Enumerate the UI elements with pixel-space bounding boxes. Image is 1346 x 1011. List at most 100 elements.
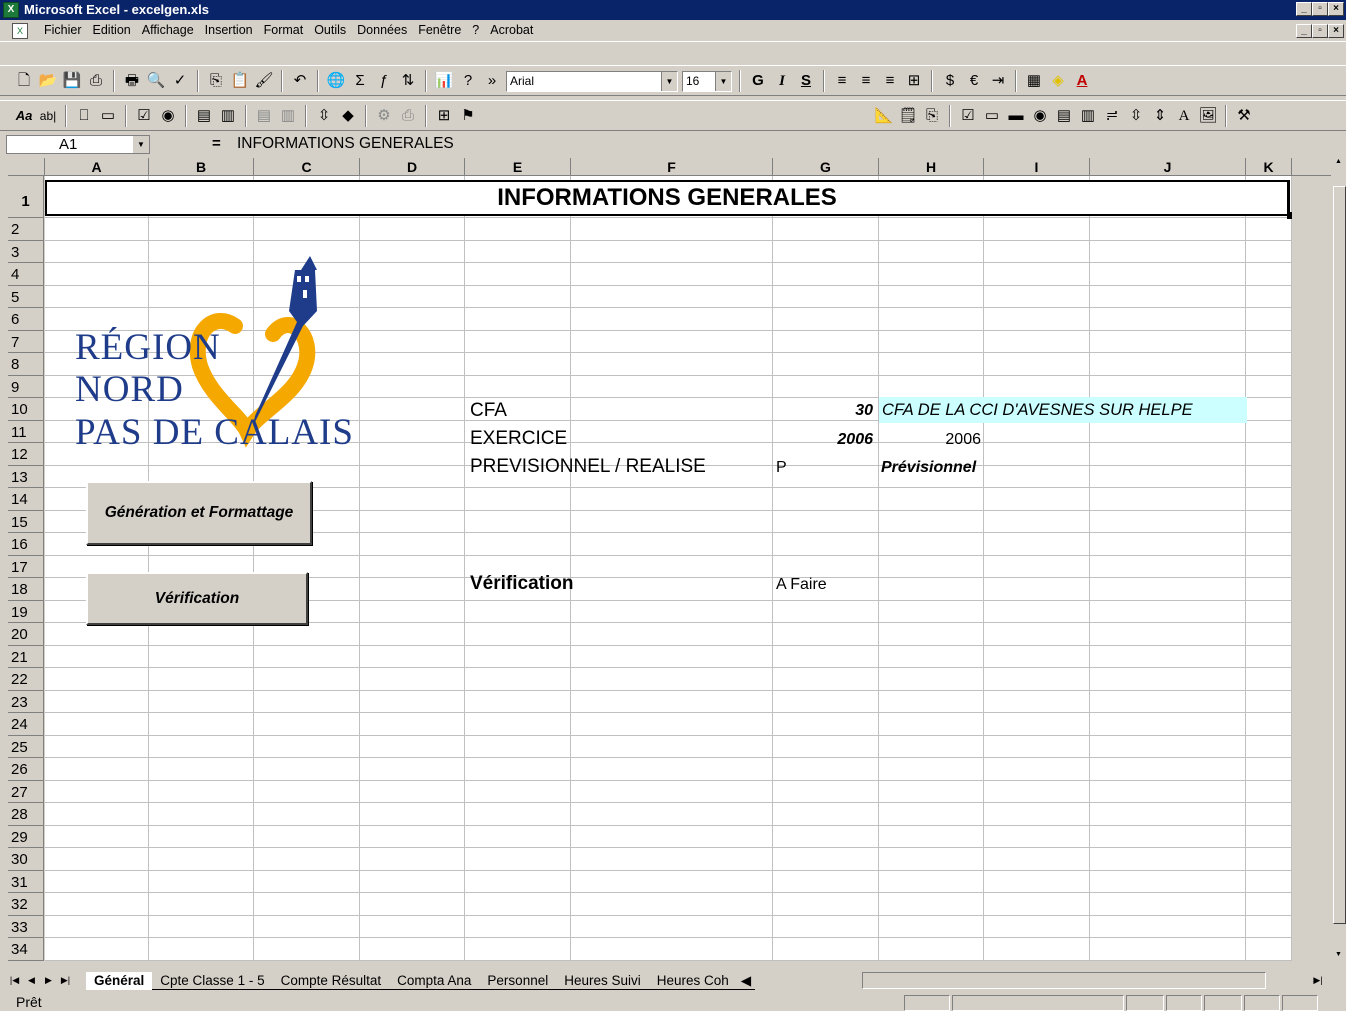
- horizontal-scrollbar[interactable]: [862, 972, 1266, 989]
- row-header[interactable]: 5: [8, 285, 44, 308]
- scrollbar-control-icon[interactable]: ⇕: [1150, 106, 1170, 126]
- row-header[interactable]: 17: [8, 555, 44, 578]
- open-folder-icon[interactable]: 📂: [38, 71, 58, 91]
- align-right-icon[interactable]: ≡: [880, 71, 900, 91]
- function-icon[interactable]: ƒ: [374, 71, 394, 91]
- menu-acrobat[interactable]: Acrobat: [490, 23, 533, 37]
- column-header[interactable]: I: [984, 158, 1090, 176]
- image-control-icon[interactable]: 🖼: [1198, 106, 1218, 126]
- option-button-icon[interactable]: ◉: [158, 106, 178, 126]
- last-sheet-icon[interactable]: ▶|: [59, 972, 72, 988]
- textbox-control-icon[interactable]: ▭: [982, 106, 1002, 126]
- undo-icon[interactable]: ↶: [290, 71, 310, 91]
- row-header[interactable]: 24: [8, 713, 44, 736]
- row-header[interactable]: 11: [8, 420, 44, 443]
- menu-outils[interactable]: Outils: [314, 23, 346, 37]
- row-header[interactable]: 30: [8, 848, 44, 871]
- label-exercice[interactable]: EXERCICE: [470, 428, 567, 450]
- column-header[interactable]: F: [571, 158, 773, 176]
- row-header[interactable]: 6: [8, 308, 44, 331]
- bold-icon[interactable]: G: [748, 71, 768, 91]
- align-left-icon[interactable]: ≡: [832, 71, 852, 91]
- row-header[interactable]: 8: [8, 353, 44, 376]
- label-verification[interactable]: Vérification: [470, 573, 573, 595]
- button-icon[interactable]: ▭: [98, 106, 118, 126]
- column-header[interactable]: B: [149, 158, 254, 176]
- chart-wizard-icon[interactable]: 📊: [434, 71, 454, 91]
- row-header[interactable]: 18: [8, 578, 44, 601]
- control-properties-icon[interactable]: ⚙: [374, 106, 394, 126]
- network-icon[interactable]: ⎙: [86, 71, 106, 91]
- autosum-icon[interactable]: Σ: [350, 71, 370, 91]
- align-center-icon[interactable]: ≡: [856, 71, 876, 91]
- column-header[interactable]: J: [1090, 158, 1246, 176]
- paste-icon[interactable]: 📋: [230, 71, 250, 91]
- euro-icon[interactable]: €: [964, 71, 984, 91]
- print-icon[interactable]: 🖶: [122, 71, 142, 91]
- name-box[interactable]: A1 ▼: [6, 135, 150, 154]
- value-verification-status[interactable]: A Faire: [776, 576, 827, 594]
- doc-restore-button[interactable]: ▫: [1312, 24, 1328, 38]
- new-file-icon[interactable]: 🗋: [14, 71, 34, 91]
- run-dialog-icon[interactable]: ⚑: [458, 106, 478, 126]
- font-size-combo[interactable]: 16 ▼: [682, 70, 732, 92]
- command-button-icon[interactable]: ▬: [1006, 106, 1026, 126]
- menu-affichage[interactable]: Affichage: [142, 23, 194, 37]
- toggle-button-icon[interactable]: ≓: [1102, 106, 1122, 126]
- row-header[interactable]: 10: [8, 398, 44, 421]
- column-header[interactable]: H: [879, 158, 984, 176]
- column-header[interactable]: D: [360, 158, 465, 176]
- more-buttons-icon[interactable]: »: [482, 71, 502, 91]
- verification-button[interactable]: Vérification: [86, 572, 308, 625]
- value-cfa-code[interactable]: 30: [773, 402, 873, 420]
- label-prev-real[interactable]: PREVISIONNEL / REALISE: [470, 456, 706, 478]
- label-cfa[interactable]: CFA: [470, 400, 507, 422]
- row-header[interactable]: 1: [8, 176, 44, 218]
- spin-control-icon[interactable]: ⇳: [1126, 106, 1146, 126]
- row-header[interactable]: 20: [8, 623, 44, 646]
- row-header[interactable]: 25: [8, 735, 44, 758]
- generation-formattage-button[interactable]: Génération et Formattage: [86, 481, 312, 545]
- format-painter-icon[interactable]: 🖌: [254, 71, 274, 91]
- list-box-icon[interactable]: ▤: [194, 106, 214, 126]
- copy-icon[interactable]: ⎘: [206, 71, 226, 91]
- row-header[interactable]: 2: [8, 218, 44, 241]
- indent-icon[interactable]: ⇥: [988, 71, 1008, 91]
- tab-compta-ana[interactable]: Compta Ana: [389, 972, 480, 990]
- row-header[interactable]: 28: [8, 803, 44, 826]
- design-mode-icon[interactable]: 📐: [874, 106, 894, 126]
- scroll-down-icon[interactable]: ▼: [1332, 951, 1345, 961]
- group-box-icon[interactable]: ⎕: [74, 106, 94, 126]
- spelling-icon[interactable]: ✓: [170, 71, 190, 91]
- menu-help[interactable]: ?: [472, 23, 479, 37]
- more-controls-icon[interactable]: ⚒: [1234, 106, 1254, 126]
- tab-general[interactable]: Général: [86, 972, 153, 990]
- option-control-icon[interactable]: ◉: [1030, 106, 1050, 126]
- row-header[interactable]: 23: [8, 690, 44, 713]
- doc-minimize-button[interactable]: _: [1296, 24, 1312, 38]
- value-prev-text[interactable]: Prévisionnel: [881, 459, 976, 477]
- font-color-icon[interactable]: A: [1072, 71, 1092, 91]
- combo-list-edit-icon[interactable]: ▤: [254, 106, 274, 126]
- chevron-down-icon[interactable]: ▼: [661, 71, 677, 91]
- edit-code-icon[interactable]: ⎙: [398, 106, 418, 126]
- row-header[interactable]: 31: [8, 870, 44, 893]
- select-all-corner[interactable]: [8, 158, 45, 176]
- scroll-up-icon[interactable]: ▲: [1332, 158, 1345, 168]
- column-header[interactable]: A: [45, 158, 149, 176]
- row-header[interactable]: 21: [8, 645, 44, 668]
- combo-box-icon[interactable]: ▥: [218, 106, 238, 126]
- tab-personnel[interactable]: Personnel: [479, 972, 557, 990]
- menu-insertion[interactable]: Insertion: [205, 23, 253, 37]
- row-header[interactable]: 34: [8, 938, 44, 961]
- row-header[interactable]: 4: [8, 263, 44, 286]
- checkbox-control-icon[interactable]: ☑: [958, 106, 978, 126]
- column-header[interactable]: K: [1246, 158, 1292, 176]
- row-header[interactable]: 19: [8, 600, 44, 623]
- combo-dropdown-edit-icon[interactable]: ▥: [278, 106, 298, 126]
- menu-donnees[interactable]: Données: [357, 23, 407, 37]
- menu-fenetre[interactable]: Fenêtre: [418, 23, 461, 37]
- checkbox-icon[interactable]: ☑: [134, 106, 154, 126]
- sort-ascending-icon[interactable]: ⇅: [398, 71, 418, 91]
- listbox-control-icon[interactable]: ▤: [1054, 106, 1074, 126]
